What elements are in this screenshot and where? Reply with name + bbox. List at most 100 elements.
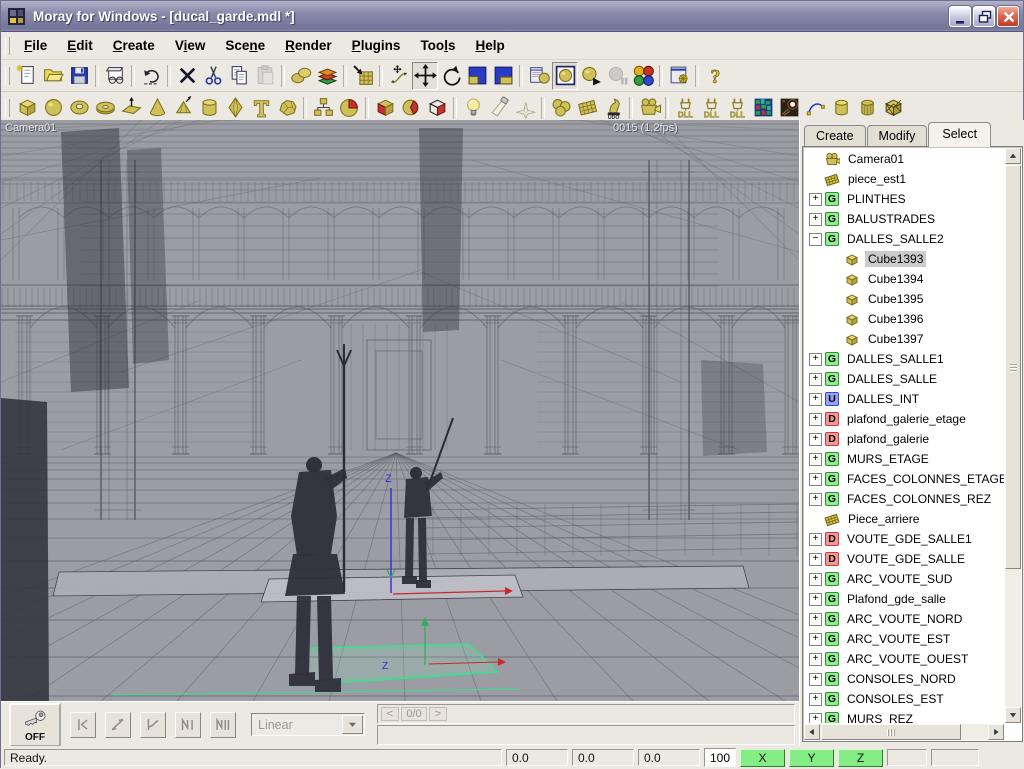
viewport-canvas[interactable]: ZZ <box>1 120 799 701</box>
axis-z-button[interactable]: Z <box>838 749 883 767</box>
keyframe-list-button[interactable] <box>210 712 236 738</box>
tree-item-Plafond_gde_salle[interactable]: +GPlafond_gde_salle <box>804 589 1004 609</box>
tree-item-ARC_VOUTE_NORD[interactable]: +GARC_VOUTE_NORD <box>804 609 1004 629</box>
expand-toggle-icon[interactable]: + <box>809 413 822 426</box>
tree-item-plafond_galerie[interactable]: +Dplafond_galerie <box>804 429 1004 449</box>
expand-toggle-icon[interactable]: + <box>809 453 822 466</box>
expand-toggle-icon[interactable]: + <box>809 193 822 206</box>
paste-button[interactable] <box>252 62 278 90</box>
csg-group-button[interactable] <box>310 94 336 122</box>
rotate-button[interactable] <box>438 62 464 90</box>
materials-button[interactable] <box>630 62 656 90</box>
tree-item-ARC_VOUTE_OUEST[interactable]: +GARC_VOUTE_OUEST <box>804 649 1004 669</box>
tree-item-Piece_arriere[interactable]: Piece_arriere <box>804 509 1004 529</box>
render-start-button[interactable] <box>578 62 604 90</box>
open-button[interactable] <box>40 62 66 90</box>
help-button[interactable]: ? <box>702 62 728 90</box>
expand-toggle-icon[interactable]: + <box>809 673 822 686</box>
close-button[interactable] <box>997 6 1019 27</box>
menu-edit[interactable]: Edit <box>57 34 103 57</box>
tree-item-DALLES_SALLE1[interactable]: +GDALLES_SALLE1 <box>804 349 1004 369</box>
expand-toggle-icon[interactable]: + <box>809 213 822 226</box>
expand-toggle-icon[interactable]: + <box>809 633 822 646</box>
create-cone-button[interactable] <box>144 94 170 122</box>
plugin-dll-1-button[interactable]: DLL <box>672 94 698 122</box>
tree-item-ARC_VOUTE_EST[interactable]: +GARC_VOUTE_EST <box>804 629 1004 649</box>
menu-render[interactable]: Render <box>275 34 342 57</box>
tree-item-Cube1396[interactable]: Cube1396 <box>804 309 1004 329</box>
tab-modify[interactable]: Modify <box>867 125 928 147</box>
tree-item-VOUTE_GDE_SALLE1[interactable]: +DVOUTE_GDE_SALLE1 <box>804 529 1004 549</box>
expand-toggle-icon[interactable]: + <box>809 713 822 724</box>
csg-clip-button[interactable] <box>424 94 450 122</box>
menu-file[interactable]: File <box>14 34 57 57</box>
tree-item-Cube1395[interactable]: Cube1395 <box>804 289 1004 309</box>
tree-item-piece_est1[interactable]: piece_est1 <box>804 169 1004 189</box>
create-disc-button[interactable] <box>92 94 118 122</box>
expand-toggle-icon[interactable]: + <box>809 353 822 366</box>
tree-item-VOUTE_GDE_SALLE[interactable]: +DVOUTE_GDE_SALLE <box>804 549 1004 569</box>
create-cube-button[interactable] <box>14 94 40 122</box>
move-button[interactable] <box>412 62 438 90</box>
create-udo-button[interactable]: UDO <box>600 94 626 122</box>
scale-y-button[interactable] <box>490 62 516 90</box>
csg-difference-button[interactable] <box>372 94 398 122</box>
tree-item-PLINTHES[interactable]: +GPLINTHES <box>804 189 1004 209</box>
expand-toggle-icon[interactable]: − <box>809 233 822 246</box>
sweep-button[interactable] <box>288 62 314 90</box>
create-sphere-button[interactable] <box>40 94 66 122</box>
create-flare-button[interactable] <box>512 94 538 122</box>
menu-help[interactable]: Help <box>465 34 514 57</box>
horizontal-scroll-thumb[interactable] <box>821 724 961 740</box>
tree-item-MURS_ETAGE[interactable]: +GMURS_ETAGE <box>804 449 1004 469</box>
render-options-button[interactable] <box>526 62 552 90</box>
axis-x-button[interactable]: X <box>740 749 785 767</box>
csg-intersection-button[interactable] <box>336 94 362 122</box>
tree-item-MURS_REZ[interactable]: +GMURS_REZ <box>804 709 1004 723</box>
tree-item-DALLES_SALLE[interactable]: +GDALLES_SALLE <box>804 369 1004 389</box>
viewport[interactable]: ZZ Camera01 0015 (1.2fps) <box>1 120 799 701</box>
tree-item-plafond_galerie_etage[interactable]: +Dplafond_galerie_etage <box>804 409 1004 429</box>
vertical-scroll-thumb[interactable] <box>1005 165 1021 569</box>
plugin-dll-2-button[interactable]: DLL <box>698 94 724 122</box>
app-icon[interactable] <box>7 7 26 26</box>
restore-button[interactable] <box>973 6 995 27</box>
tree-item-Cube1393[interactable]: Cube1393 <box>804 249 1004 269</box>
tree-item-DALLES_SALLE2[interactable]: −GDALLES_SALLE2 <box>804 229 1004 249</box>
menu-tools[interactable]: Tools <box>410 34 465 57</box>
new-button[interactable] <box>14 62 40 90</box>
tree-item-ARC_VOUTE_SUD[interactable]: +GARC_VOUTE_SUD <box>804 569 1004 589</box>
menu-scene[interactable]: Scene <box>215 34 275 57</box>
menu-view[interactable]: View <box>165 34 216 57</box>
combo-dropdown-icon[interactable] <box>342 715 363 734</box>
create-camera-button[interactable] <box>636 94 662 122</box>
save-button[interactable] <box>66 62 92 90</box>
plugin-cylinder-2-button[interactable] <box>854 94 880 122</box>
tree-item-DALLES_INT[interactable]: +UDALLES_INT <box>804 389 1004 409</box>
tree-item-Camera01[interactable]: Camera01 <box>804 149 1004 169</box>
scroll-right-icon[interactable] <box>988 724 1004 740</box>
viewport-layout-button[interactable] <box>102 62 128 90</box>
expand-toggle-icon[interactable]: + <box>809 473 822 486</box>
scroll-up-icon[interactable] <box>1005 148 1021 164</box>
scale-x-button[interactable] <box>464 62 490 90</box>
plugin-bezier-button[interactable] <box>802 94 828 122</box>
create-spotlight-button[interactable] <box>486 94 512 122</box>
tree-item-Cube1397[interactable]: Cube1397 <box>804 329 1004 349</box>
tree-item-CONSOLES_NORD[interactable]: +GCONSOLES_NORD <box>804 669 1004 689</box>
animation-key-button[interactable]: OFF <box>9 703 61 747</box>
create-blobgroup-button[interactable] <box>548 94 574 122</box>
frame-prev-button[interactable]: < <box>381 707 399 721</box>
goto-first-key-button[interactable] <box>70 712 96 738</box>
create-blob-button[interactable] <box>170 94 196 122</box>
tree-item-FACES_COLONNES_REZ[interactable]: +GFACES_COLONNES_REZ <box>804 489 1004 509</box>
expand-toggle-icon[interactable]: + <box>809 593 822 606</box>
expand-toggle-icon[interactable]: + <box>809 373 822 386</box>
scroll-left-icon[interactable] <box>804 724 820 740</box>
interpolation-select[interactable]: Linear <box>251 713 365 736</box>
create-plane-button[interactable] <box>118 94 144 122</box>
spline-segment-button[interactable] <box>140 712 166 738</box>
frame-next-button[interactable]: > <box>429 707 447 721</box>
axis-y-button[interactable]: Y <box>789 749 834 767</box>
menu-create[interactable]: Create <box>103 34 165 57</box>
